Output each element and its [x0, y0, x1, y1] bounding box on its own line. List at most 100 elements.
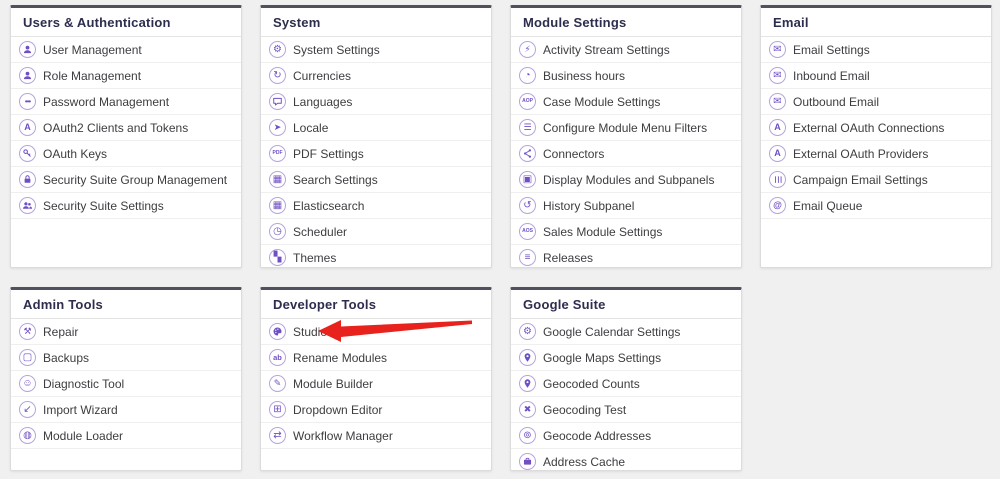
admin-link-label: Workflow Manager: [293, 428, 393, 443]
admin-link-business-hours[interactable]: ◔ Business hours: [511, 63, 741, 89]
admin-link-label: Business hours: [543, 68, 626, 83]
share-nodes-icon: [519, 145, 536, 162]
elasticsearch-icon: ▦: [269, 197, 286, 214]
admin-link-connectors[interactable]: Connectors: [511, 141, 741, 167]
admin-link-elasticsearch[interactable]: ▦ Elasticsearch: [261, 193, 491, 219]
admin-link-address-cache[interactable]: Address Cache: [511, 449, 741, 470]
admin-link-label: Case Module Settings: [543, 94, 661, 109]
panel-developer-tools: Developer Tools Studio ab Rename Modules ✎ Mo…: [260, 287, 492, 471]
admin-link-locale[interactable]: ➤ Locale: [261, 115, 491, 141]
admin-link-oauth2-clients-and-tokens[interactable]: A OAuth2 Clients and Tokens: [11, 115, 241, 141]
admin-link-pdf-settings[interactable]: PDF PDF Settings: [261, 141, 491, 167]
admin-link-security-suite-settings[interactable]: Security Suite Settings: [11, 193, 241, 219]
aos-badge-icon: AOS: [519, 223, 536, 240]
admin-link-history-subpanel[interactable]: ↺ History Subpanel: [511, 193, 741, 219]
admin-link-label: Security Suite Group Management: [43, 172, 228, 187]
dropdown-grid-icon: ⊞: [269, 401, 286, 418]
panel-title: Module Settings: [511, 8, 741, 37]
admin-link-import-wizard[interactable]: ↙ Import Wizard: [11, 397, 241, 423]
pdf-icon: PDF: [269, 145, 286, 162]
admin-link-geocode-addresses[interactable]: ⊚ Geocode Addresses: [511, 423, 741, 449]
panel-title: Google Suite: [511, 290, 741, 319]
oauth-letter-icon: A: [769, 145, 786, 162]
admin-link-label: External OAuth Providers: [793, 146, 929, 161]
admin-link-email-settings[interactable]: ✉ Email Settings: [761, 37, 991, 63]
admin-link-label: Geocode Addresses: [543, 428, 652, 443]
admin-link-themes[interactable]: ▚ Themes: [261, 245, 491, 267]
sliders-icon: ☰: [519, 119, 536, 136]
admin-link-google-calendar-settings[interactable]: ⚙ Google Calendar Settings: [511, 319, 741, 345]
admin-link-activity-stream-settings[interactable]: ⚡ Activity Stream Settings: [511, 37, 741, 63]
admin-link-backups[interactable]: ▢ Backups: [11, 345, 241, 371]
user-group-icon: [19, 197, 36, 214]
admin-link-label: Releases: [543, 250, 594, 265]
admin-link-inbound-email[interactable]: ✉ Inbound Email: [761, 63, 991, 89]
admin-link-campaign-email-settings[interactable]: ☰ Campaign Email Settings: [761, 167, 991, 193]
admin-link-label: Inbound Email: [793, 68, 870, 83]
oauth-letter-icon: A: [769, 119, 786, 136]
scheduler-clock-icon: ◷: [269, 223, 286, 240]
admin-link-label: Email Queue: [793, 198, 863, 213]
admin-link-repair[interactable]: ⚒ Repair: [11, 319, 241, 345]
admin-link-rename-modules[interactable]: ab Rename Modules: [261, 345, 491, 371]
admin-link-label: Search Settings: [293, 172, 378, 187]
admin-link-label: Geocoding Test: [543, 402, 627, 417]
admin-link-scheduler[interactable]: ◷ Scheduler: [261, 219, 491, 245]
admin-link-search-settings[interactable]: ▦ Search Settings: [261, 167, 491, 193]
admin-link-google-maps-settings[interactable]: Google Maps Settings: [511, 345, 741, 371]
role-icon: [19, 67, 36, 84]
panel-title: Users & Authentication: [11, 8, 241, 37]
admin-link-studio[interactable]: Studio: [261, 319, 491, 345]
admin-link-module-loader[interactable]: ◍ Module Loader: [11, 423, 241, 449]
admin-link-oauth-keys[interactable]: OAuth Keys: [11, 141, 241, 167]
box-icon: ▢: [19, 349, 36, 366]
admin-link-module-builder[interactable]: ✎ Module Builder: [261, 371, 491, 397]
search-grid-icon: ▦: [269, 171, 286, 188]
admin-link-geocoded-counts[interactable]: Geocoded Counts: [511, 371, 741, 397]
admin-link-display-modules-and-subpanels[interactable]: ▣ Display Modules and Subpanels: [511, 167, 741, 193]
admin-link-configure-module-menu-filters[interactable]: ☰ Configure Module Menu Filters: [511, 115, 741, 141]
admin-link-case-module-settings[interactable]: AOP Case Module Settings: [511, 89, 741, 115]
panel-admin-tools: Admin Tools ⚒ Repair ▢ Backups ☺ Diagnostic To…: [10, 287, 242, 471]
admin-link-releases[interactable]: ≡ Releases: [511, 245, 741, 267]
admin-link-label: Address Cache: [543, 454, 626, 469]
admin-link-geocoding-test[interactable]: ✖ Geocoding Test: [511, 397, 741, 423]
admin-link-label: Geocoded Counts: [543, 376, 640, 391]
panel-title: Email: [761, 8, 991, 37]
admin-link-label: External OAuth Connections: [793, 120, 945, 135]
admin-link-external-oauth-providers[interactable]: A External OAuth Providers: [761, 141, 991, 167]
admin-link-languages[interactable]: Languages: [261, 89, 491, 115]
admin-link-label: Security Suite Settings: [43, 198, 164, 213]
admin-link-email-queue[interactable]: @ Email Queue: [761, 193, 991, 219]
admin-link-label: Studio: [293, 324, 328, 339]
admin-link-user-management[interactable]: User Management: [11, 37, 241, 63]
admin-link-outbound-email[interactable]: ✉ Outbound Email: [761, 89, 991, 115]
history-icon: ↺: [519, 197, 536, 214]
envelope-outbound-icon: ✉: [769, 93, 786, 110]
admin-link-label: Email Settings: [793, 42, 870, 57]
panel-title: Developer Tools: [261, 290, 491, 319]
aop-badge-icon: AOP: [519, 93, 536, 110]
lightning-icon: ⚡: [519, 41, 536, 58]
admin-link-external-oauth-connections[interactable]: A External OAuth Connections: [761, 115, 991, 141]
admin-link-sales-module-settings[interactable]: AOS Sales Module Settings: [511, 219, 741, 245]
admin-link-workflow-manager[interactable]: ⇄ Workflow Manager: [261, 423, 491, 449]
admin-link-diagnostic-tool[interactable]: ☺ Diagnostic Tool: [11, 371, 241, 397]
admin-link-password-management[interactable]: ••• Password Management: [11, 89, 241, 115]
admin-link-security-suite-group-management[interactable]: Security Suite Group Management: [11, 167, 241, 193]
speech-bubble-icon: [269, 93, 286, 110]
admin-link-currencies[interactable]: ↻ Currencies: [261, 63, 491, 89]
panel-users-authentication: Users & Authentication User Management Rol…: [10, 5, 242, 268]
admin-link-label: History Subpanel: [543, 198, 635, 213]
gear-icon: ⚙: [519, 323, 536, 340]
admin-link-label: Backups: [43, 350, 90, 365]
panel-module-settings: Module Settings ⚡ Activity Stream Settings…: [510, 5, 742, 268]
user-icon: [19, 41, 36, 58]
map-pin-icon: [519, 349, 536, 366]
admin-link-label: Password Management: [43, 94, 170, 109]
admin-link-system-settings[interactable]: ⚙ System Settings: [261, 37, 491, 63]
admin-link-role-management[interactable]: Role Management: [11, 63, 241, 89]
admin-link-dropdown-editor[interactable]: ⊞ Dropdown Editor: [261, 397, 491, 423]
clock-icon: ◔: [519, 67, 536, 84]
admin-link-label: Google Calendar Settings: [543, 324, 681, 339]
